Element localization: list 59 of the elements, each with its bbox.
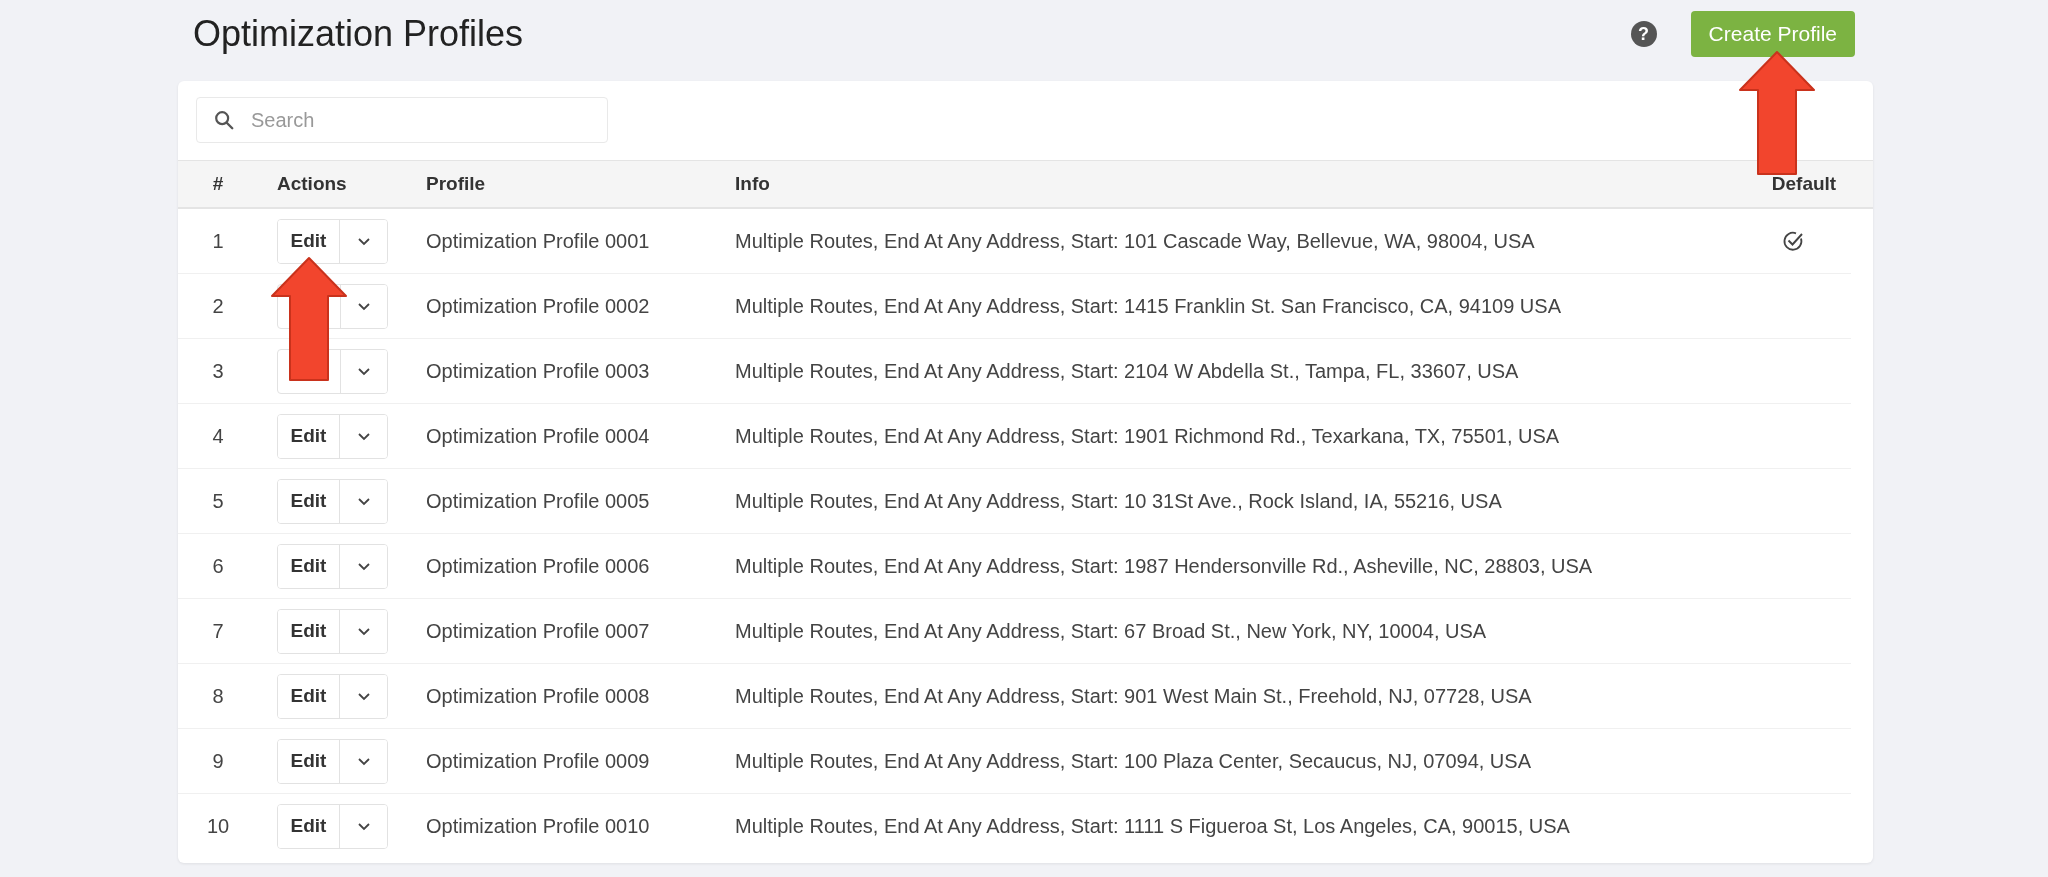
column-header: Profile [426,173,487,195]
table-cell-text: 7 [211,619,225,643]
table-cell-text: 10 [205,814,231,838]
table-cell-text: Multiple Routes, End At Any Address, Start: 101 Cascade Way, Bellevue, WA, 98004, USA [735,229,1536,253]
help-icon[interactable]: ? [1630,21,1657,47]
edit-button[interactable]: Edit [278,609,340,653]
caret-icon [356,626,371,636]
caret-icon [357,301,371,311]
search-icon [213,109,235,131]
table-cell-text: Optimization Profile 0003 [426,359,651,383]
caret-icon [356,561,371,571]
edit-button[interactable]: Edit [278,804,340,848]
table-cell-text: Optimization Profile 0002 [426,294,651,318]
edit-button[interactable]: Edit [278,739,340,783]
table-cell-text: Multiple Routes, End At Any Address, Start: 2104 W Abdella St., Tampa, FL, 33607, USA [735,359,1520,383]
table-cell-text: Multiple Routes, End At Any Address, Start: 1901 Richmond Rd., Texarkana, TX, 75501, USA [735,424,1561,448]
table-cell-text: Multiple Routes, End At Any Address, Start: 901 West Main St., Freehold, NJ, 07728, USA [735,684,1533,708]
edit-button[interactable]: Edit [278,674,340,718]
table-cell-text: Optimization Profile 0008 [426,684,651,708]
table-cell-text: 6 [211,554,225,578]
column-header: Default [1770,173,1838,195]
edit-button[interactable]: Edit [278,479,340,523]
caret-icon [356,821,371,831]
table-cell-text: 8 [211,684,225,708]
table-cell-text: Multiple Routes, End At Any Address, Start: 10 31St Ave., Rock Island, IA, 55216, USA [735,489,1503,513]
page-title: Optimization Profiles [193,13,524,55]
search-field[interactable]: Search [196,97,608,143]
table-cell-text: Optimization Profile 0001 [426,229,651,253]
caret-icon [356,496,371,506]
table-cell-text: Optimization Profile 0006 [426,554,651,578]
dropdown-button[interactable] [340,284,387,328]
caret-icon [356,756,371,766]
table-cell-text: Multiple Routes, End At Any Address, Start: 1987 Hendersonville Rd., Asheville, NC, 28803, USA [735,554,1594,578]
table-cell-text: 9 [211,749,225,773]
table-cell-text: 1 [211,229,225,253]
caret-icon [356,691,371,701]
edit-button[interactable]: Edit [278,544,340,588]
table-cell-text: Multiple Routes, End At Any Address, Start: 1111 S Figueroa St, Los Angeles, CA, 90015, USA [735,814,1571,838]
table-cell-text: 4 [211,424,225,448]
table-cell-text: Multiple Routes, End At Any Address, Start: 1415 Franklin St. San Francisco, CA, 94109 USA [735,294,1562,318]
table-cell-text: Optimization Profile 0005 [426,489,651,513]
column-header: Info [735,173,771,195]
edit-button[interactable]: Edit [278,219,340,263]
table-cell-text: Optimization Profile 0009 [426,749,651,773]
column-header: Actions [276,173,348,195]
table-cell-text: Multiple Routes, End At Any Address, Start: 100 Plaza Center, Secaucus, NJ, 07094, USA [735,749,1532,773]
caret-icon [356,431,371,441]
table-cell-text: 3 [211,359,225,383]
edit-button[interactable]: Edit [278,414,340,458]
search-input[interactable]: Search [249,107,607,133]
caret-icon [357,366,371,376]
column-header: # [211,173,225,195]
caret-icon [356,236,371,246]
table-cell-text: 5 [211,489,225,513]
table-cell-text: Optimization Profile 0010 [426,814,651,838]
table-cell-text: 2 [211,294,225,318]
table-cell-text: Optimization Profile 0004 [426,424,651,448]
table-cell-text: Optimization Profile 0007 [426,619,651,643]
table-cell-text: Multiple Routes, End At Any Address, Start: 67 Broad St., New York, NY, 10004, USA [735,619,1488,643]
